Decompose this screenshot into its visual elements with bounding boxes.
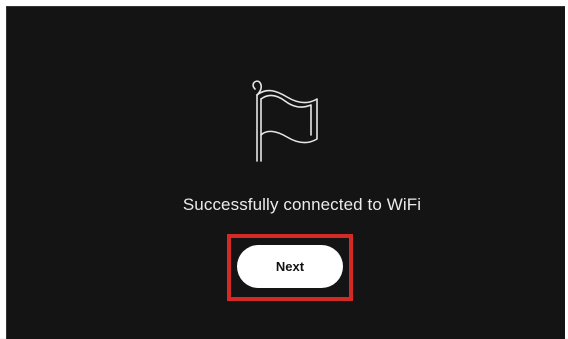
next-button[interactable]: Next	[237, 245, 343, 288]
flag-icon	[252, 80, 318, 162]
window-frame: Successfully connected to WiFi Next	[0, 0, 568, 339]
status-message: Successfully connected to WiFi	[182, 195, 422, 214]
setup-screen: Successfully connected to WiFi Next	[6, 6, 565, 339]
